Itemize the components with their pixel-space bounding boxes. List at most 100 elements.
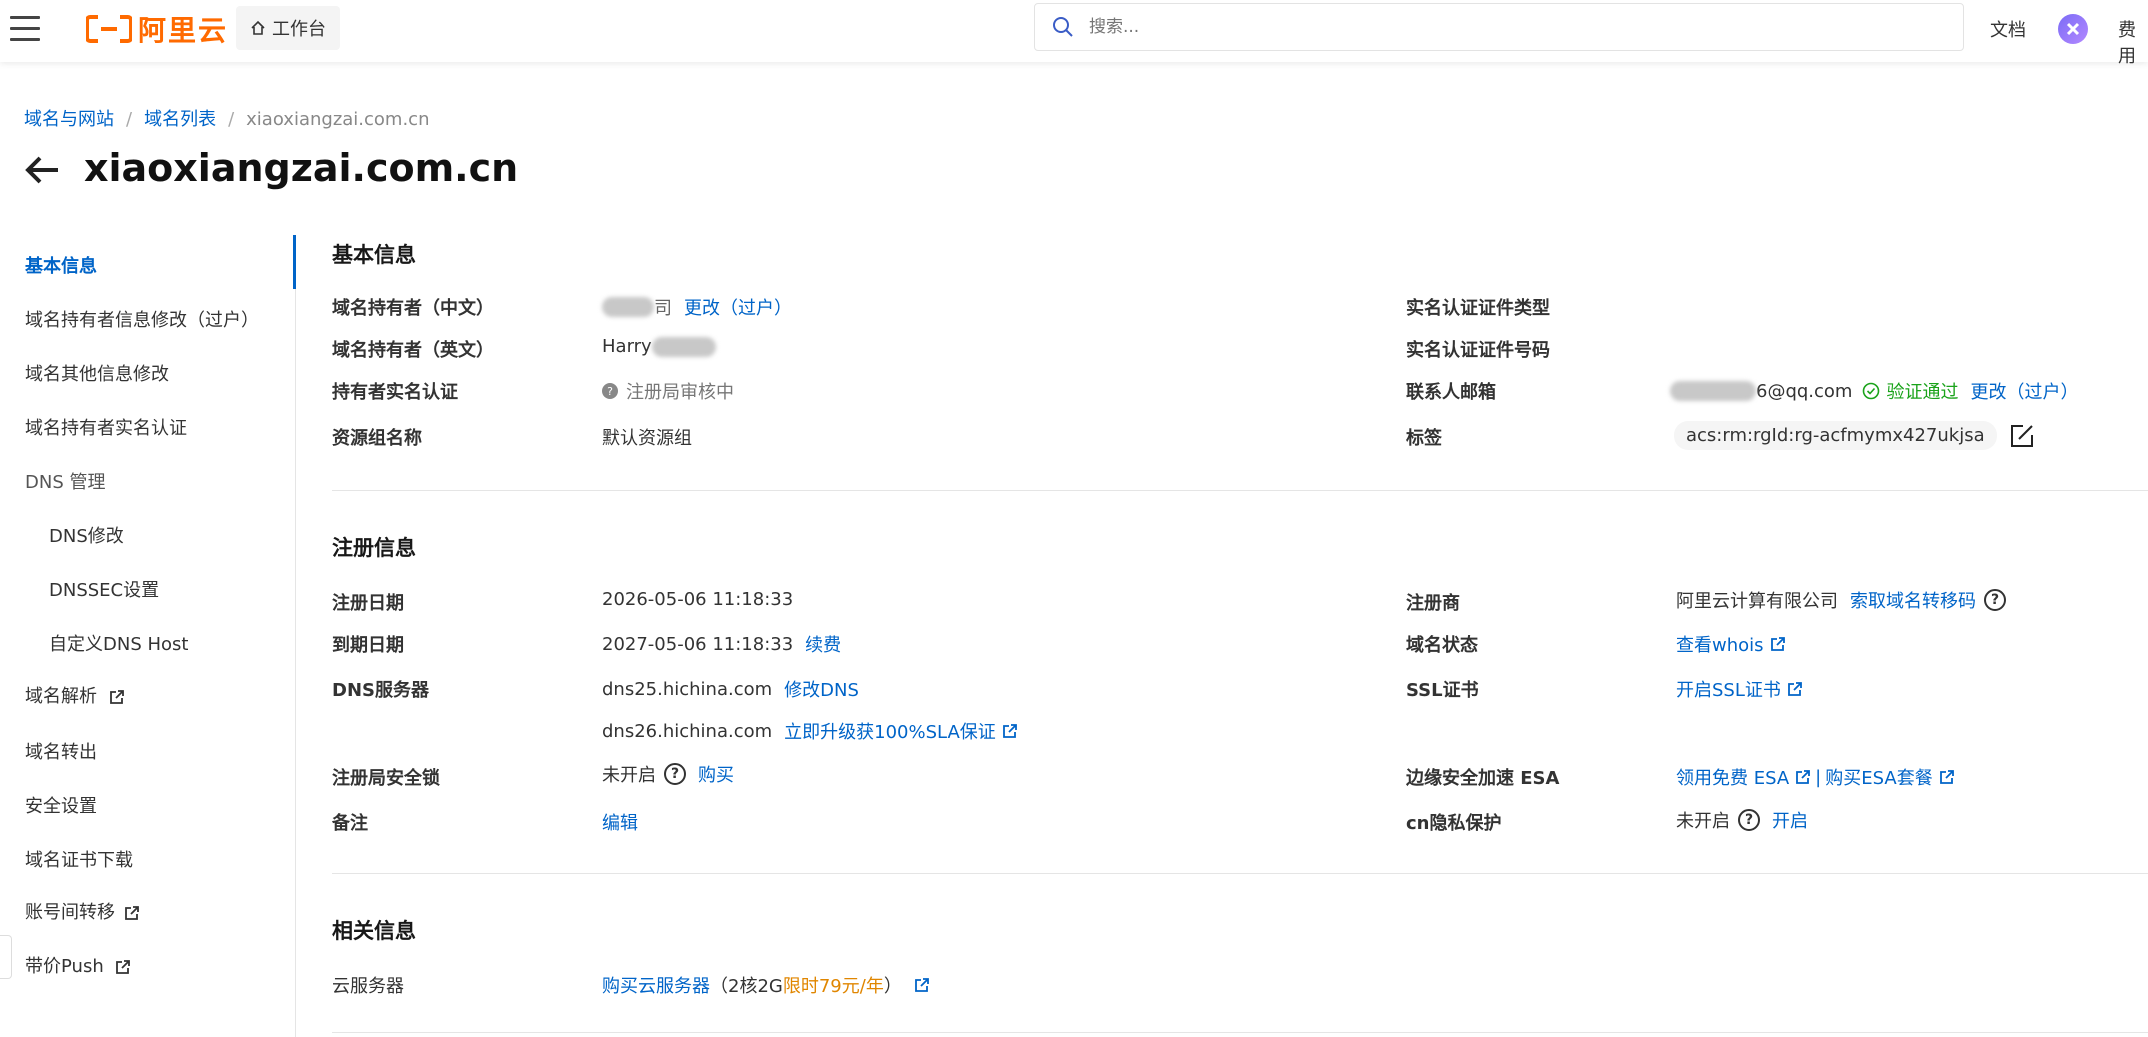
nav-custom-dns-host[interactable]: 自定义DNS Host	[49, 630, 188, 656]
workbench-button[interactable]: 工作台	[236, 6, 340, 50]
realname-label: 持有者实名认证	[332, 382, 458, 403]
external-link-icon[interactable]	[1770, 636, 1786, 652]
server-promo: 限时79元/年	[782, 976, 884, 997]
privacy-value: 未开启 ? 开启	[1676, 807, 1808, 833]
esa-separator: |	[1815, 766, 1822, 788]
redacted-owner-cn	[602, 297, 654, 317]
nav-other-info[interactable]: 域名其他信息修改	[25, 360, 169, 386]
dns1-value: dns25.hichina.com 修改DNS	[602, 676, 859, 702]
help-icon[interactable]: ?	[1738, 809, 1760, 831]
privacy-label: cn隐私保护	[1406, 813, 1502, 834]
ssl-label: SSL证书	[1406, 680, 1479, 701]
section-divider	[332, 873, 2148, 874]
nav-cert-download[interactable]: 域名证书下载	[25, 846, 133, 872]
owner-cn-transfer-link[interactable]: 更改（过户）	[684, 294, 792, 320]
server-label: 云服务器	[332, 976, 404, 997]
modify-dns-link[interactable]: 修改DNS	[784, 676, 859, 702]
dns2-text: dns26.hichina.com	[602, 720, 773, 742]
search-icon	[1053, 17, 1073, 37]
tag-chip: acs:rm:rgId:rg-acfmymx427ukjsa	[1674, 421, 1997, 450]
esa-label: 边缘安全加速 ESA	[1406, 768, 1560, 789]
section-basic-info-title: 基本信息	[332, 243, 416, 267]
logo-text: 阿里云	[138, 14, 229, 47]
search-box[interactable]	[1034, 3, 1964, 51]
enable-privacy-link[interactable]: 开启	[1772, 807, 1808, 833]
breadcrumb-current: xiaoxiangzai.com.cn	[246, 109, 430, 130]
nav-realname-auth[interactable]: 域名持有者实名认证	[25, 414, 187, 440]
transfer-code-link[interactable]: 索取域名转移码	[1850, 587, 1976, 613]
owner-en-value: Harry	[602, 336, 716, 357]
nav-owner-transfer[interactable]: 域名持有者信息修改（过户）	[25, 306, 259, 332]
email-label: 联系人邮箱	[1406, 382, 1496, 403]
edit-note-link[interactable]: 编辑	[602, 809, 638, 835]
email-change-link[interactable]: 更改（过户）	[1970, 378, 2078, 404]
check-circle-icon	[1863, 382, 1880, 400]
renew-link[interactable]: 续费	[805, 631, 841, 657]
owner-cn-label: 域名持有者（中文）	[332, 298, 494, 319]
upgrade-sla-link[interactable]: 立即升级获100%SLA保证	[784, 718, 996, 744]
nav-basic-info[interactable]: 基本信息	[25, 252, 97, 278]
external-link-icon[interactable]	[1787, 681, 1803, 697]
nav-active-indicator	[293, 235, 296, 289]
help-icon[interactable]: ?	[664, 763, 686, 785]
home-icon	[251, 20, 265, 35]
cert-type-label: 实名认证证件类型	[1406, 298, 1550, 319]
exp-date-value: 2027-05-06 11:18:33 续费	[602, 631, 841, 657]
back-arrow-icon[interactable]	[22, 150, 62, 190]
top-bar: 阿里云 工作台 文档 费用	[0, 0, 2148, 67]
fee-link[interactable]: 费用	[2118, 16, 2148, 68]
avatar[interactable]	[2058, 14, 2088, 44]
owner-cn-value: 司 更改（过户）	[602, 294, 792, 320]
privacy-status: 未开启	[1676, 811, 1730, 832]
search-input[interactable]	[1089, 17, 1889, 37]
nav-dns-management[interactable]: DNS 管理	[25, 468, 105, 494]
breadcrumb-domains-websites[interactable]: 域名与网站	[24, 109, 114, 130]
aliyun-logo[interactable]: 阿里云	[86, 12, 229, 47]
aliyun-logo-icon	[86, 15, 132, 43]
menu-icon[interactable]	[10, 16, 40, 42]
question-icon: ?	[602, 383, 618, 399]
external-link-icon[interactable]	[1939, 769, 1955, 785]
nav-price-push[interactable]: 带价Push	[25, 952, 131, 978]
email-value: 6@qq.com 验证通过 更改（过户）	[1670, 378, 2078, 404]
external-link-icon[interactable]	[1795, 769, 1811, 785]
redacted-email	[1670, 381, 1756, 401]
help-icon[interactable]: ?	[1984, 589, 2006, 611]
note-label: 备注	[332, 813, 368, 834]
enable-ssl-link[interactable]: 开启SSL证书	[1676, 676, 1781, 702]
buy-esa-link[interactable]: 购买ESA套餐	[1825, 764, 1932, 790]
free-esa-link[interactable]: 领用免费 ESA	[1676, 764, 1789, 790]
nav-security-settings[interactable]: 安全设置	[25, 792, 97, 818]
whois-link[interactable]: 查看whois	[1676, 631, 1764, 657]
dns1-text: dns25.hichina.com	[602, 678, 773, 700]
buy-server-link[interactable]: 购买云服务器	[602, 972, 710, 998]
breadcrumb-domain-list[interactable]: 域名列表	[144, 109, 216, 130]
section-divider	[332, 490, 2148, 491]
email-text: 6@qq.com	[1756, 380, 1853, 402]
reg-date-value: 2026-05-06 11:18:33	[602, 589, 794, 610]
docs-link[interactable]: 文档	[1990, 16, 2026, 42]
buy-lock-link[interactable]: 购买	[698, 761, 734, 787]
owner-en-name: Harry	[602, 336, 652, 357]
nav-account-transfer[interactable]: 账号间转移	[25, 898, 140, 924]
external-link-icon	[109, 690, 124, 704]
external-link-icon[interactable]	[914, 977, 930, 993]
external-link-icon	[116, 960, 131, 974]
exp-date-label: 到期日期	[332, 635, 404, 656]
owner-en-label: 域名持有者（英文）	[332, 340, 494, 361]
nav-domain-transfer-out[interactable]: 域名转出	[25, 738, 97, 764]
tag-label: 标签	[1406, 428, 1442, 449]
nav-dns-modify[interactable]: DNS修改	[49, 522, 124, 548]
domain-status-label: 域名状态	[1406, 635, 1478, 656]
realname-status: 注册局审核中	[626, 382, 734, 403]
sidebar-collapse-handle[interactable]	[0, 935, 12, 979]
external-link-icon[interactable]	[1002, 723, 1018, 739]
registrar-label: 注册商	[1406, 593, 1460, 614]
esa-value: 领用免费 ESA | 购买ESA套餐	[1676, 764, 1955, 790]
resgroup-label: 资源组名称	[332, 428, 422, 449]
dns-label: DNS服务器	[332, 680, 429, 701]
edit-icon[interactable]	[2009, 423, 2035, 449]
section-registration-title: 注册信息	[332, 536, 416, 560]
nav-dnssec[interactable]: DNSSEC设置	[49, 576, 159, 602]
nav-domain-resolve[interactable]: 域名解析	[25, 682, 125, 708]
